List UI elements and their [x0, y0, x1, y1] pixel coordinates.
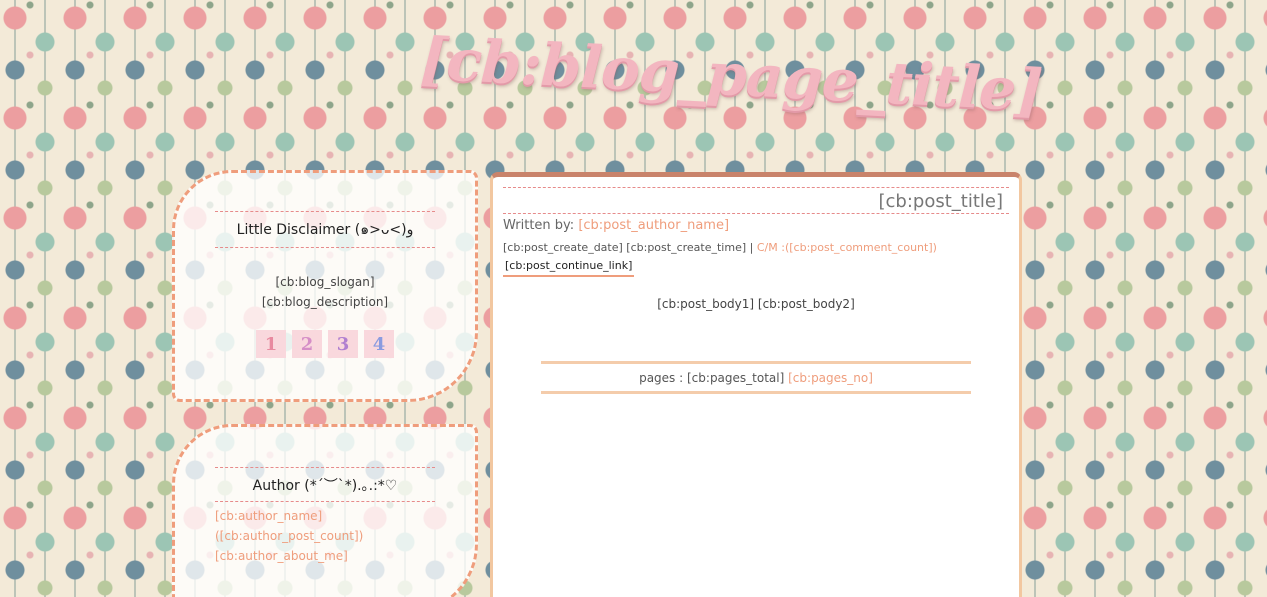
blog-description: [cb:blog_description]: [261, 295, 389, 309]
post-author-line: Written by: [cb:post_author_name]: [503, 218, 1009, 233]
author-heading: Author (*ˊ︶ˋ*).｡.:*♡: [215, 467, 435, 502]
pages-label: pages :: [639, 371, 684, 385]
author-box: Author (*ˊ︶ˋ*).｡.:*♡ [cb:author_name] ([…: [172, 424, 478, 597]
post-title[interactable]: [cb:post_title]: [503, 187, 1009, 214]
disclaimer-heading: Little Disclaimer (๑>ᴗ<)و: [215, 211, 435, 248]
page-3-button[interactable]: 3: [328, 330, 358, 358]
post-author-link[interactable]: [cb:post_author_name]: [578, 218, 729, 233]
post-create-date: [cb:post_create_date]: [503, 241, 623, 254]
pages-total: [cb:pages_total]: [687, 371, 785, 385]
post-panel: [cb:post_title] Written by: [cb:post_aut…: [490, 172, 1022, 597]
author-info: [cb:author_name] ([cb:author_post_count]…: [215, 506, 435, 566]
pages-number-link[interactable]: [cb:pages_no]: [788, 371, 873, 385]
blog-info: [cb:blog_slogan] [cb:blog_description]: [175, 272, 475, 312]
post-create-time: [cb:post_create_time]: [626, 241, 747, 254]
blog-slogan: [cb:blog_slogan]: [275, 275, 375, 289]
pagination-bar: pages : [cb:pages_total] [cb:pages_no]: [541, 361, 971, 394]
meta-separator: |: [749, 241, 754, 254]
comment-link[interactable]: C/M :([cb:post_comment_count]): [757, 241, 937, 254]
page-4-button[interactable]: 4: [364, 330, 394, 358]
disclaimer-box: Little Disclaimer (๑>ᴗ<)و [cb:blog_sloga…: [172, 170, 478, 402]
continue-link[interactable]: [cb:post_continue_link]: [503, 258, 635, 277]
author-about-link[interactable]: [cb:author_about_me]: [215, 546, 435, 566]
number-pager: 1 2 3 4: [175, 330, 475, 358]
written-by-label: Written by:: [503, 218, 575, 233]
author-post-count: ([cb:author_post_count]): [215, 529, 364, 543]
blog-page-title[interactable]: [cb:blog_page_title]: [419, 24, 1044, 124]
page-1-button[interactable]: 1: [256, 330, 286, 358]
post-body: [cb:post_body1] [cb:post_body2]: [657, 297, 855, 311]
post-date-line: [cb:post_create_date] [cb:post_create_ti…: [503, 241, 1009, 254]
page-2-button[interactable]: 2: [292, 330, 322, 358]
author-name-link[interactable]: [cb:author_name]: [215, 506, 435, 526]
